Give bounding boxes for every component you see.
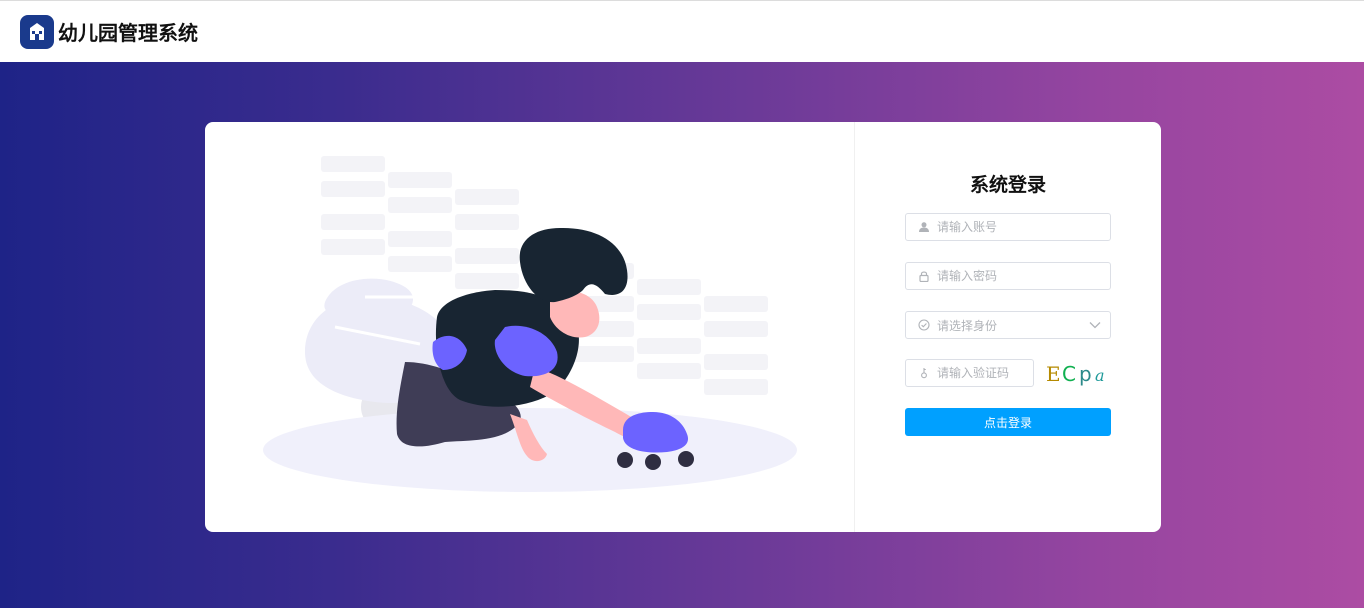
username-input[interactable] — [937, 220, 1087, 234]
captcha-input[interactable] — [937, 366, 1027, 380]
svg-text:p: p — [1079, 362, 1092, 386]
login-title: 系统登录 — [969, 174, 1046, 196]
login-card: 系统登录 请输入账号 请选择身份 请输入验证码 E C p a 点击登录 — [205, 122, 1161, 532]
password-input[interactable] — [937, 269, 1087, 283]
lock-icon — [917, 269, 931, 283]
school-building-icon — [20, 14, 54, 49]
login-button[interactable]: 点击登录 — [905, 408, 1111, 436]
login-panel: 系统登录 请输入账号 请选择身份 请输入验证码 E C p a 点击登录 — [855, 122, 1161, 532]
app-title: 幼儿园管理系统 — [58, 21, 198, 45]
captcha-image[interactable]: E C p a — [1043, 361, 1111, 387]
svg-text:E: E — [1046, 362, 1061, 386]
username-field[interactable] — [905, 213, 1111, 241]
chevron-down-icon[interactable] — [1080, 321, 1110, 329]
top-bar: 幼儿园管理系统 — [0, 0, 1364, 62]
key-icon — [917, 366, 931, 380]
svg-text:a: a — [1095, 366, 1105, 385]
svg-text:C: C — [1062, 362, 1076, 386]
password-field[interactable] — [905, 262, 1111, 290]
check-circle-icon — [917, 318, 931, 332]
child-playing-with-toy-car-illustration — [205, 122, 855, 532]
user-icon — [917, 220, 931, 234]
role-select-placeholder: 请选择身份 — [937, 318, 998, 333]
captcha-field[interactable] — [905, 359, 1034, 387]
role-select[interactable]: 请选择身份 — [905, 311, 1111, 339]
